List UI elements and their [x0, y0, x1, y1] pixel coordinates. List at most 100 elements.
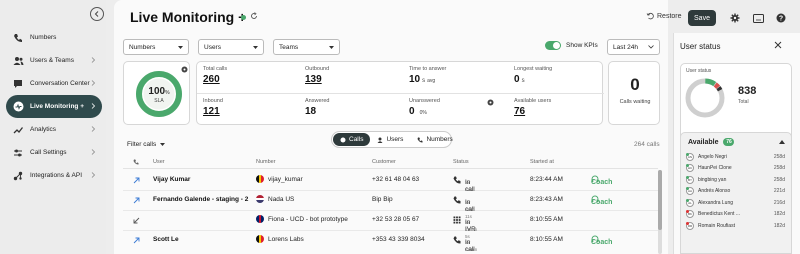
- refresh-icon[interactable]: [250, 12, 258, 20]
- avatar: BK: [686, 210, 694, 219]
- list-item[interactable]: AN Angelo Negri 258d: [681, 151, 791, 163]
- gear-icon[interactable]: [730, 13, 740, 23]
- sidebar-item-conversation-center[interactable]: Conversation Center: [6, 72, 102, 95]
- sidebar-item-live-monitoring[interactable]: Live Monitoring +: [6, 95, 102, 118]
- kpi-grid-card: Total calls 260 Outbound 139 Time to ans…: [196, 61, 604, 125]
- list-item[interactable]: RR Romain Roufiast 182d: [681, 220, 791, 232]
- kpi-label: Unanswered: [409, 98, 440, 104]
- user-icon: [377, 137, 383, 143]
- numbers-select-value: Numbers: [129, 43, 156, 51]
- avatar: BY: [686, 175, 694, 184]
- settings-icon[interactable]: [181, 66, 188, 73]
- agent-name: Benedictus Kent ...: [698, 211, 740, 218]
- column-header-number[interactable]: Number: [256, 159, 276, 165]
- sidebar-item-analytics[interactable]: Analytics: [6, 118, 102, 141]
- sidebar-item-call-settings[interactable]: Call Settings: [6, 141, 102, 164]
- toggle-switch[interactable]: [545, 41, 561, 50]
- flag-icon-be: [256, 175, 264, 183]
- agent-duration: 258d: [773, 153, 785, 160]
- calls-waiting-card: 0 Calls waiting: [608, 61, 660, 125]
- save-button[interactable]: Save: [688, 10, 716, 26]
- show-kpis-label: Show KPIs: [566, 42, 598, 49]
- table-row[interactable]: Scott Le Lorens Labs +353 43 339 8034 In…: [123, 231, 658, 253]
- column-header-customer[interactable]: Customer: [372, 159, 396, 165]
- monitor-icon: [12, 101, 24, 113]
- kpi-percent: 0%: [419, 110, 427, 116]
- kpi-label: Inbound: [203, 98, 223, 104]
- chevron-right-icon: [91, 126, 96, 132]
- available-users-kpi[interactable]: Available users 76: [514, 98, 551, 117]
- card-label: User status: [686, 68, 712, 74]
- available-count-badge: 76: [723, 138, 735, 146]
- list-item[interactable]: BY bingbing yan 258d: [681, 174, 791, 186]
- sidebar-item-label: Conversation Center: [30, 80, 90, 87]
- filter-calls-dropdown[interactable]: Filter calls: [127, 141, 166, 148]
- sidebar-item-integrations[interactable]: Integrations & API: [6, 164, 102, 187]
- avatar: AA: [686, 187, 694, 196]
- agent-name: HaunPei Clone: [698, 165, 732, 172]
- column-header-user[interactable]: User: [153, 159, 165, 165]
- chart-icon: [12, 124, 24, 136]
- main-content: Live Monitoring + Restore Save ? Numbers…: [114, 0, 786, 254]
- kpi-value-wrap: 0s: [514, 74, 552, 85]
- kpi-label: Longest waiting: [514, 66, 553, 72]
- users-select-value: Users: [204, 43, 221, 51]
- tab-calls[interactable]: Calls: [333, 133, 371, 146]
- tab-users[interactable]: Users: [370, 133, 410, 146]
- coach-button[interactable]: Coach: [591, 235, 612, 246]
- row-started: 8:10:55 AM: [530, 236, 563, 243]
- outbound-kpi[interactable]: Outbound 139: [305, 66, 329, 85]
- row-started: 8:23:43 AM: [530, 196, 563, 203]
- table-row[interactable]: Vijay Kumar vijay_kumar +32 61 48 04 63 …: [123, 171, 658, 193]
- sidebar-item-users-teams[interactable]: Users & Teams: [6, 49, 102, 72]
- list-item[interactable]: AA Andrés Alonso 221d: [681, 186, 791, 198]
- agent-duration: 221d: [773, 188, 785, 195]
- kpi-value-wrap: 0 0%: [409, 106, 440, 117]
- answered-kpi[interactable]: Answered 18: [305, 98, 329, 117]
- available-section-header[interactable]: Available 76: [681, 133, 791, 151]
- sla-card: 100% SLA: [123, 61, 190, 125]
- kpi-value: 0: [409, 106, 415, 117]
- show-kpis-toggle[interactable]: Show KPIs: [545, 41, 598, 50]
- kpi-value: 18: [305, 106, 317, 117]
- cast-icon[interactable]: [753, 13, 764, 23]
- column-header-status[interactable]: Status: [453, 159, 469, 165]
- list-item[interactable]: AL Alexandra Lung 216d: [681, 197, 791, 209]
- kpi-unit: s: [521, 78, 525, 84]
- sidebar-item-numbers[interactable]: Numbers: [6, 26, 102, 49]
- tab-numbers[interactable]: Numbers: [410, 133, 459, 146]
- outbound-arrow-icon: [133, 177, 140, 184]
- settings-icon[interactable]: [487, 99, 494, 106]
- table-row[interactable]: Fernando Galende - staging - 2 Nada US B…: [123, 191, 658, 219]
- chevron-right-icon: [91, 80, 96, 86]
- teams-select[interactable]: Teams: [273, 39, 340, 55]
- chevron-down-icon: [329, 45, 334, 49]
- coach-button[interactable]: Coach: [591, 175, 612, 186]
- coach-button[interactable]: Coach: [591, 195, 612, 206]
- numbers-select[interactable]: Numbers: [123, 39, 189, 55]
- unanswered-kpi[interactable]: Unanswered 0 0%: [409, 98, 440, 117]
- list-item[interactable]: BK Benedictus Kent ... 182d: [681, 209, 791, 221]
- agent-duration: 258d: [773, 176, 785, 183]
- table-scrollbar[interactable]: [658, 170, 662, 254]
- list-item[interactable]: HC HaunPei Clone 258d: [681, 163, 791, 175]
- total-calls-kpi[interactable]: Total calls 260: [203, 66, 227, 85]
- table-row[interactable]: Fiona - UCD - bot prototype +32 53 28 05…: [123, 211, 658, 239]
- help-icon[interactable]: ?: [776, 13, 786, 23]
- period-select[interactable]: Last 24h: [607, 39, 660, 55]
- agent-duration: 216d: [773, 199, 785, 206]
- column-header-started[interactable]: Started at: [530, 159, 554, 165]
- coach-label: Coach: [591, 239, 613, 246]
- kpi-value-wrap: 10 s avg: [409, 74, 446, 85]
- collapse-sidebar-button[interactable]: [90, 7, 104, 21]
- sidebar-nav: Numbers Users & Teams Conversation Cente…: [6, 26, 102, 187]
- inbound-kpi[interactable]: Inbound 121: [203, 98, 223, 117]
- flag-icon-gb: [256, 215, 264, 223]
- close-icon[interactable]: [774, 41, 782, 49]
- agent-name: Romain Roufiast: [698, 222, 735, 229]
- avatar: RR: [686, 221, 694, 230]
- row-customer: +353 43 339 8034: [372, 236, 425, 243]
- users-select[interactable]: Users: [198, 39, 264, 55]
- restore-button[interactable]: Restore: [646, 12, 682, 20]
- row-customer: +32 61 48 04 63: [372, 176, 420, 183]
